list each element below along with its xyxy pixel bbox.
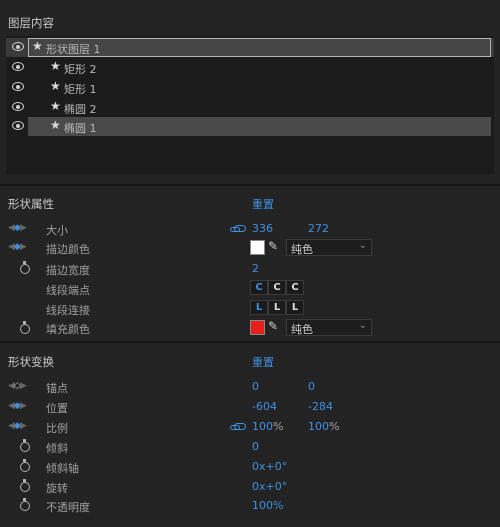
line-join-bevel-button[interactable]: L xyxy=(286,300,304,315)
stopwatch-icon[interactable] xyxy=(20,321,30,334)
layer-label: 形状图层 1 xyxy=(46,43,101,56)
scale-y-field[interactable]: 100% xyxy=(308,420,339,433)
layer-label: 矩形 1 xyxy=(64,83,97,96)
line-cap-label: 线段端点 xyxy=(46,284,90,297)
keyframe-nav[interactable]: ◀◆▶ xyxy=(8,242,27,252)
opacity-label: 不透明度 xyxy=(46,501,90,514)
percent-unit: % xyxy=(329,420,340,433)
star-icon: ★ xyxy=(50,99,61,113)
line-join-miter-button[interactable]: L xyxy=(250,300,268,315)
transform-reset-button[interactable]: 重置 xyxy=(252,354,274,370)
anchor-x-value[interactable]: 0 xyxy=(252,380,259,393)
line-cap-square-button[interactable]: C xyxy=(286,280,304,295)
skew-value[interactable]: 0 xyxy=(252,440,259,453)
section-divider xyxy=(0,184,500,186)
scale-label: 比例 xyxy=(46,422,68,435)
eye-icon[interactable] xyxy=(12,102,24,111)
anchor-y-value[interactable]: 0 xyxy=(308,380,315,393)
link-icon[interactable] xyxy=(230,423,246,430)
size-width-value[interactable]: 336 xyxy=(252,222,273,235)
size-height-value[interactable]: 272 xyxy=(308,222,329,235)
stroke-type-value: 纯色 xyxy=(291,243,313,256)
keyframe-nav[interactable]: ◀◇▶ xyxy=(8,381,27,391)
layer-row-shape-layer-1[interactable]: ★ 形状图层 1 xyxy=(6,38,494,57)
keyframe-nav[interactable]: ◀◆▶ xyxy=(8,401,27,411)
eye-icon[interactable] xyxy=(12,121,24,130)
stroke-color-label: 描边颜色 xyxy=(46,243,90,256)
scale-x-field[interactable]: 100% xyxy=(252,420,283,433)
stopwatch-icon[interactable] xyxy=(20,498,30,511)
percent-unit: % xyxy=(273,420,284,433)
skew-axis-value[interactable]: 0x+0° xyxy=(252,460,287,473)
size-label: 大小 xyxy=(46,224,68,237)
line-join-label: 线段连接 xyxy=(46,304,90,317)
position-y-value[interactable]: -284 xyxy=(308,400,333,413)
stroke-width-value[interactable]: 2 xyxy=(252,262,259,275)
fill-type-select[interactable]: 纯色 ⌄ xyxy=(286,319,372,336)
keyframe-nav[interactable]: ◀◆▶ xyxy=(8,223,27,233)
shape-props-title: 形状属性 xyxy=(8,197,54,211)
anchor-label: 锚点 xyxy=(46,382,68,395)
layer-label: 椭圆 1 xyxy=(64,122,97,135)
star-icon: ★ xyxy=(50,79,61,93)
link-icon[interactable] xyxy=(230,225,246,232)
eyedropper-icon[interactable]: ✎ xyxy=(268,239,278,253)
rotation-value[interactable]: 0x+0° xyxy=(252,480,287,493)
keyframe-nav[interactable]: ◀◆▶ xyxy=(8,421,27,431)
rotation-label: 旋转 xyxy=(46,482,68,495)
transform-title: 形状变换 xyxy=(8,355,54,369)
shape-props-reset-button[interactable]: 重置 xyxy=(252,196,274,212)
stopwatch-icon[interactable] xyxy=(20,479,30,492)
scale-y-value: 100 xyxy=(308,420,329,433)
layer-row-rect-2[interactable]: ★ 矩形 2 xyxy=(6,58,494,77)
layer-row-ellipse-2[interactable]: ★ 椭圆 2 xyxy=(6,98,494,117)
layer-row-ellipse-1[interactable]: ★ 椭圆 1 xyxy=(6,117,494,136)
line-cap-butt-button[interactable]: C xyxy=(268,280,286,295)
layers-title: 图层内容 xyxy=(8,16,54,30)
chevron-down-icon: ⌄ xyxy=(358,240,367,251)
eye-icon[interactable] xyxy=(12,62,24,71)
skew-axis-label: 倾斜轴 xyxy=(46,462,79,475)
fill-color-swatch[interactable] xyxy=(250,320,265,335)
line-join-round-button[interactable]: L xyxy=(268,300,286,315)
layer-label: 矩形 2 xyxy=(64,63,97,76)
star-icon: ★ xyxy=(32,39,43,53)
stroke-type-select[interactable]: 纯色 ⌄ xyxy=(286,239,372,256)
star-icon: ★ xyxy=(50,59,61,73)
eyedropper-icon[interactable]: ✎ xyxy=(268,319,278,333)
eye-icon[interactable] xyxy=(12,42,24,51)
chevron-down-icon: ⌄ xyxy=(358,320,367,331)
layer-label: 椭圆 2 xyxy=(64,103,97,116)
layer-row-rect-1[interactable]: ★ 矩形 1 xyxy=(6,78,494,97)
stroke-width-label: 描边宽度 xyxy=(46,264,90,277)
stopwatch-icon[interactable] xyxy=(20,261,30,274)
scale-x-value: 100 xyxy=(252,420,273,433)
stroke-color-swatch[interactable] xyxy=(250,240,265,255)
stopwatch-icon[interactable] xyxy=(20,439,30,452)
opacity-value[interactable]: 100% xyxy=(252,499,283,512)
skew-label: 倾斜 xyxy=(46,442,68,455)
position-x-value[interactable]: -604 xyxy=(252,400,277,413)
fill-type-value: 纯色 xyxy=(291,323,313,336)
line-cap-round-button[interactable]: C xyxy=(250,280,268,295)
section-divider xyxy=(0,341,500,343)
fill-color-label: 填充颜色 xyxy=(46,323,90,336)
stopwatch-icon[interactable] xyxy=(20,459,30,472)
star-icon: ★ xyxy=(50,118,61,132)
position-label: 位置 xyxy=(46,402,68,415)
eye-icon[interactable] xyxy=(12,82,24,91)
layers-list: ★ 形状图层 1 ★ 矩形 2 ★ 矩形 1 ★ 椭圆 2 ★ 椭圆 1 xyxy=(6,36,494,174)
